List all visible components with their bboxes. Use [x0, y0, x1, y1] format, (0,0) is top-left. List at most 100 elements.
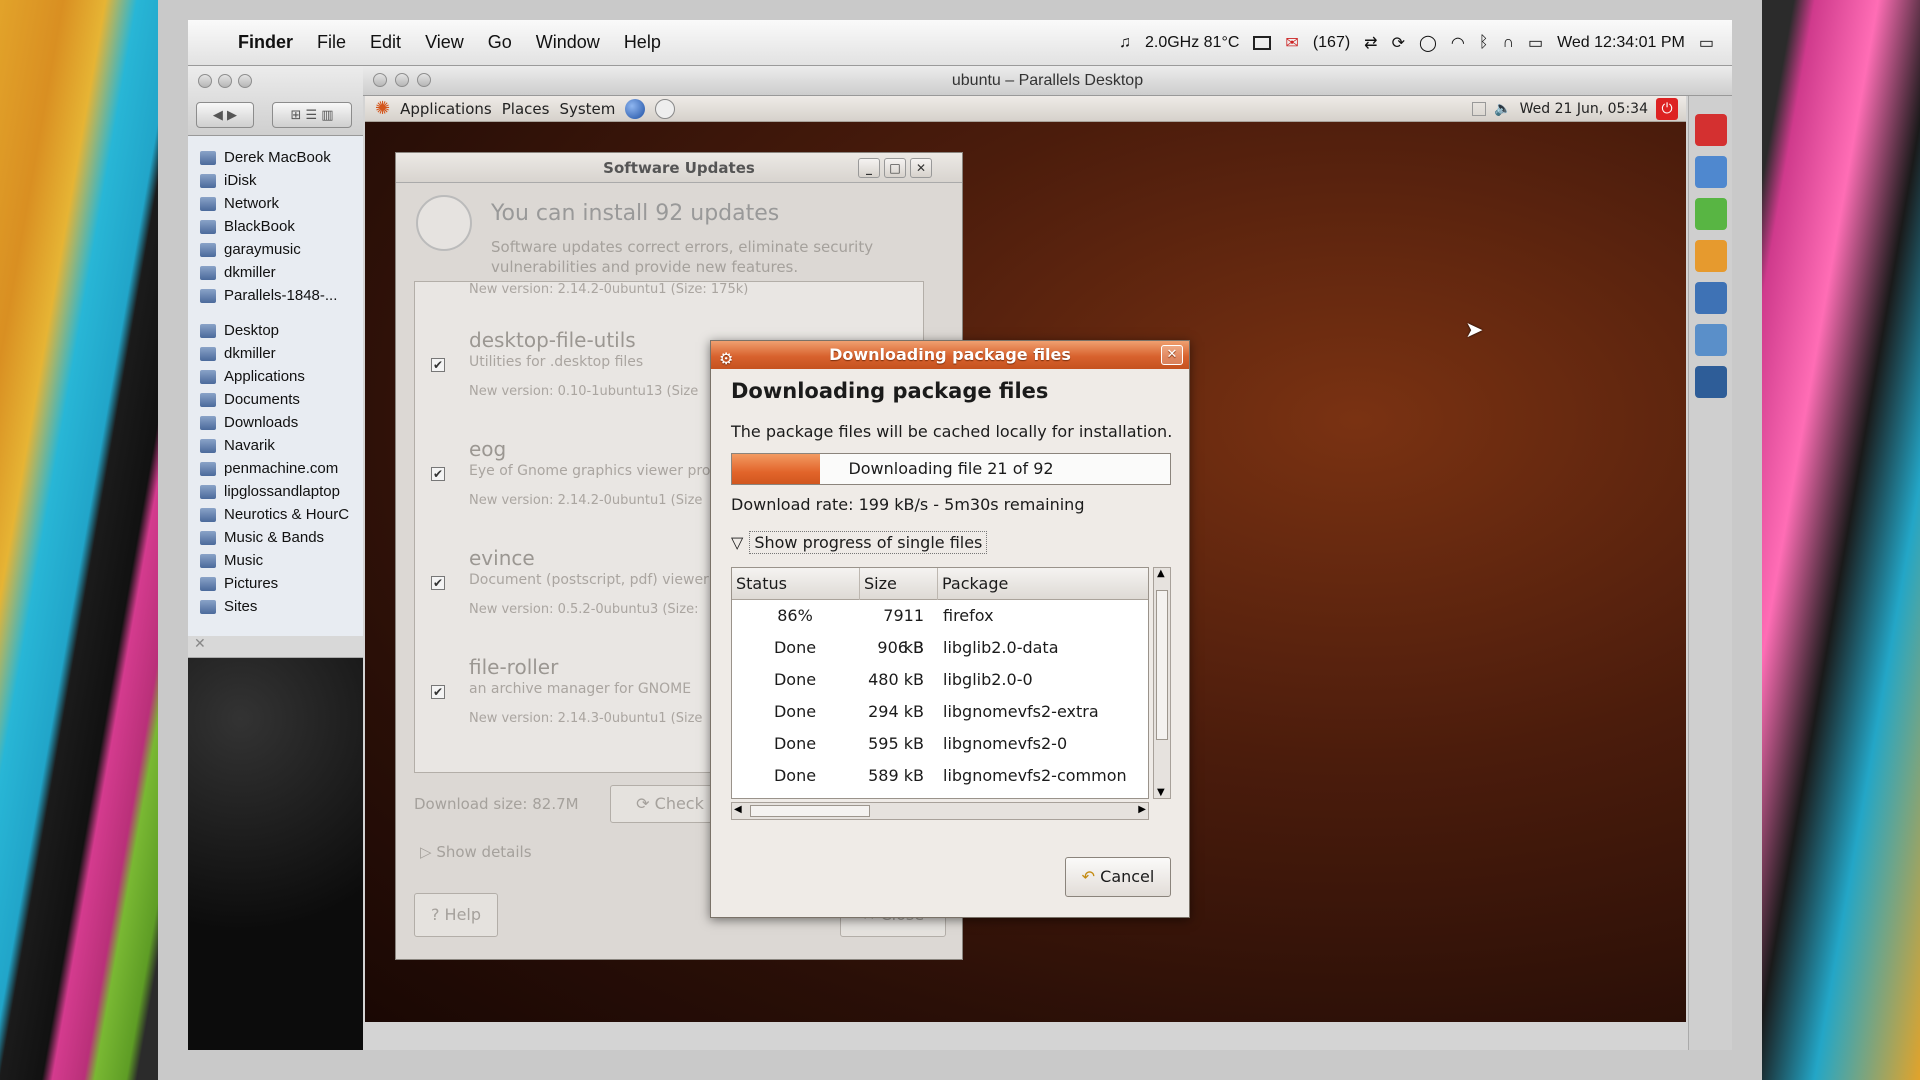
sync-icon[interactable]: ⟳ [1392, 33, 1405, 53]
sidebar-item-music[interactable]: Music [188, 549, 363, 572]
help-button[interactable]: ? Help [414, 893, 498, 937]
minimize-button[interactable] [395, 73, 409, 87]
pause-icon[interactable] [1695, 156, 1727, 188]
column-status[interactable]: Status [732, 568, 860, 600]
sidebar-item-navarik[interactable]: Navarik [188, 434, 363, 457]
sidebar-item-downloads[interactable]: Downloads [188, 411, 363, 434]
horizontal-scrollbar[interactable]: ◀ ▶ [731, 802, 1149, 820]
column-package[interactable]: Package [938, 568, 1148, 600]
close-button[interactable]: ✕ [1161, 345, 1183, 365]
sidebar-item-network[interactable]: Network [188, 192, 363, 215]
sidebar-item-lipglossandlaptop[interactable]: lipglossandlaptop [188, 480, 363, 503]
sidebar-item-documents[interactable]: Documents [188, 388, 363, 411]
headphones-icon[interactable]: ∩ [1502, 34, 1514, 52]
menu-view[interactable]: View [425, 32, 464, 53]
update-checkbox[interactable]: ✔ [431, 685, 445, 699]
scrollbar-thumb[interactable] [1156, 590, 1168, 740]
link-icon[interactable]: ⇄ [1364, 33, 1377, 53]
sidebar-item-penmachine[interactable]: penmachine.com [188, 457, 363, 480]
cell-size: 294 kB [868, 702, 924, 721]
close-button[interactable] [373, 73, 387, 87]
minimize-button[interactable]: _ [858, 158, 880, 178]
sidebar-item-neurotics[interactable]: Neurotics & HourC [188, 503, 363, 526]
menu-go[interactable]: Go [488, 32, 512, 53]
menu-help[interactable]: Help [624, 32, 661, 53]
mail-icon[interactable]: ✉ [1285, 33, 1298, 53]
table-row[interactable]: Done 294 kB libgnomevfs2-extra [732, 696, 1148, 728]
reset-icon[interactable] [1695, 240, 1727, 272]
sidebar-item-music-bands[interactable]: Music & Bands [188, 526, 363, 549]
sidebar-item-dkmiller[interactable]: dkmiller [188, 261, 363, 284]
column-size[interactable]: Size [860, 568, 938, 600]
vertical-scrollbar[interactable]: ▲ ▼ [1153, 567, 1171, 799]
menu-finder[interactable]: Finder [238, 32, 293, 53]
finder-sidebar: Derek MacBook iDisk Network BlackBook ga… [188, 136, 363, 636]
stop-icon[interactable] [1695, 114, 1727, 146]
update-checkbox[interactable]: ✔ [431, 358, 445, 372]
sidebar-item-applications[interactable]: Applications [188, 365, 363, 388]
window-title: ubuntu – Parallels Desktop [951, 72, 1144, 89]
scroll-up-icon[interactable]: ▲ [1157, 568, 1165, 579]
scroll-right-icon[interactable]: ▶ [1138, 804, 1146, 815]
single-files-expander[interactable]: ▽ Show progress of single files [731, 531, 988, 554]
wifi-icon[interactable]: ◠ [1451, 33, 1465, 53]
minimize-button[interactable] [218, 74, 232, 88]
fullscreen-icon[interactable] [1695, 366, 1727, 398]
sidebar-item-idisk[interactable]: iDisk [188, 169, 363, 192]
mail-client-icon[interactable] [655, 98, 676, 119]
sidebar-item-desktop[interactable]: Desktop [188, 319, 363, 342]
battery-icon[interactable]: ▭ [1699, 33, 1714, 53]
update-checkbox[interactable]: ✔ [431, 467, 445, 481]
browser-icon[interactable] [625, 98, 646, 119]
show-details-expander[interactable]: ▷ Show details [420, 843, 532, 861]
menu-window[interactable]: Window [536, 32, 600, 53]
close-button[interactable] [198, 74, 212, 88]
dialog-info-text: The package files will be cached locally… [731, 422, 1173, 441]
update-checkbox[interactable]: ✔ [431, 576, 445, 590]
menu-system[interactable]: System [559, 100, 615, 118]
play-icon[interactable] [1695, 198, 1727, 230]
music-icon[interactable]: ♫ [1119, 34, 1131, 52]
zoom-button[interactable] [417, 73, 431, 87]
table-row[interactable]: Done 480 kB libglib2.0-0 [732, 664, 1148, 696]
screenshot-icon[interactable] [1695, 324, 1727, 356]
menu-clock[interactable]: Wed 12:34:01 PM [1557, 34, 1685, 52]
panel-clock[interactable]: Wed 21 Jun, 05:34 [1520, 101, 1648, 117]
power-icon[interactable]: ⏻ [1656, 98, 1678, 120]
menu-edit[interactable]: Edit [370, 32, 401, 53]
bluetooth-icon[interactable]: ᛒ [1479, 34, 1489, 52]
table-row[interactable]: 86% 7911 kB firefox [732, 600, 1148, 657]
sidebar-item-pictures[interactable]: Pictures [188, 572, 363, 595]
sidebar-item-sites[interactable]: Sites [188, 595, 363, 618]
pictures-folder-icon [200, 576, 216, 591]
maximize-button[interactable]: □ [884, 158, 906, 178]
table-row[interactable]: Done 906 B libglib2.0-data [732, 632, 1148, 664]
sidebar-item-home[interactable]: dkmiller [188, 342, 363, 365]
scroll-left-icon[interactable]: ◀ [734, 804, 742, 815]
scrollbar-thumb[interactable] [750, 805, 870, 817]
sidebar-item-derek-macbook[interactable]: Derek MacBook [188, 146, 363, 169]
back-forward-button[interactable]: ◀ ▶ [196, 102, 254, 128]
table-row[interactable]: Done 595 kB libgnomevfs2-0 [732, 728, 1148, 760]
scroll-down-icon[interactable]: ▼ [1157, 787, 1165, 798]
sidebar-item-garaymusic[interactable]: garaymusic [188, 238, 363, 261]
chat-icon[interactable]: ◯ [1419, 33, 1437, 53]
cpu-temp-status[interactable]: 2.0GHz 81°C [1145, 34, 1239, 52]
close-button[interactable]: ✕ [910, 158, 932, 178]
sidebar-item-label: garaymusic [224, 241, 301, 258]
config-icon[interactable] [1695, 282, 1727, 314]
sidebar-item-parallels[interactable]: Parallels-1848-... [188, 284, 363, 307]
table-row[interactable]: Done 589 kB libgnomevfs2-common [732, 760, 1148, 792]
menu-file[interactable]: File [317, 32, 346, 53]
volume-icon[interactable]: 🔈 [1494, 101, 1511, 117]
sidebar-item-blackbook[interactable]: BlackBook [188, 215, 363, 238]
network-status-icon[interactable] [1472, 102, 1487, 116]
menu-places[interactable]: Places [502, 100, 550, 118]
window-icon[interactable] [1253, 36, 1272, 50]
cancel-button[interactable]: ↶ Cancel [1065, 857, 1171, 897]
view-mode-buttons[interactable]: ⊞ ☰ ▥ [272, 102, 352, 128]
menu-applications[interactable]: Applications [400, 100, 492, 118]
sidebar-separator [188, 307, 363, 319]
display-icon[interactable]: ▭ [1528, 33, 1543, 53]
zoom-button[interactable] [238, 74, 252, 88]
